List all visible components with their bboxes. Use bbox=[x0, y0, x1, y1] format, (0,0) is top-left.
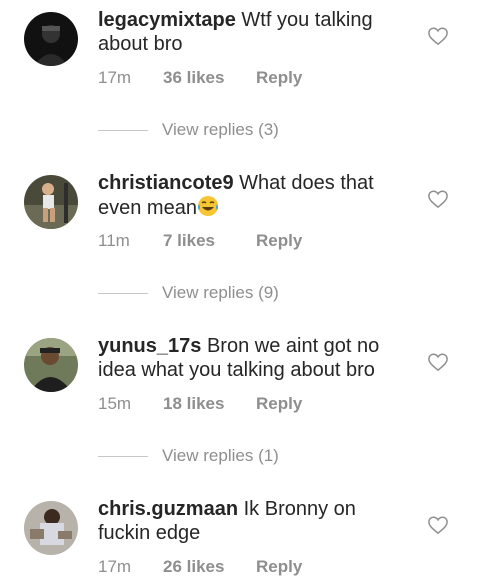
avatar[interactable] bbox=[24, 175, 78, 229]
comment-username[interactable]: yunus_17s bbox=[98, 335, 201, 357]
comment-time: 17m bbox=[98, 557, 132, 576]
reply-button[interactable]: Reply bbox=[256, 68, 302, 87]
likes-count[interactable]: 36 likes bbox=[163, 68, 256, 88]
comment-text: legacymixtape Wtf you talking about bro bbox=[98, 8, 398, 56]
comment: legacymixtape Wtf you talking about bro … bbox=[0, 8, 480, 148]
heart-icon[interactable] bbox=[427, 352, 449, 372]
likes-count[interactable]: 7 likes bbox=[163, 231, 256, 251]
comment: christiancote9 What does that even mean … bbox=[0, 171, 480, 311]
comment-username[interactable]: chris.guzmaan bbox=[98, 498, 238, 520]
comment-meta: 17m 26 likes Reply bbox=[98, 557, 302, 577]
comment-username[interactable]: legacymixtape bbox=[98, 9, 236, 31]
comment-text: yunus_17s Bron we aint got no idea what … bbox=[98, 334, 398, 382]
reply-button[interactable]: Reply bbox=[256, 231, 302, 250]
face-with-tears-of-joy-icon bbox=[197, 196, 218, 216]
avatar[interactable] bbox=[24, 12, 78, 66]
view-replies-label: View replies (1) bbox=[162, 446, 279, 465]
divider-line bbox=[98, 130, 148, 132]
comment-time: 17m bbox=[98, 68, 132, 87]
divider-line bbox=[98, 456, 148, 458]
view-replies-button[interactable]: View replies (1) bbox=[98, 446, 279, 470]
reply-button[interactable]: Reply bbox=[256, 557, 302, 576]
comment-time: 11m bbox=[98, 231, 130, 250]
comment-time: 15m bbox=[98, 394, 132, 413]
comment: chris.guzmaan Ik Bronny on fuckin edge 1… bbox=[0, 497, 480, 588]
comment-text: christiancote9 What does that even mean bbox=[98, 171, 398, 220]
view-replies-label: View replies (9) bbox=[162, 283, 279, 302]
heart-icon[interactable] bbox=[427, 515, 449, 535]
comment-text: chris.guzmaan Ik Bronny on fuckin edge bbox=[98, 497, 398, 545]
view-replies-button[interactable]: View replies (3) bbox=[98, 120, 279, 144]
view-replies-label: View replies (3) bbox=[162, 120, 279, 139]
divider-line bbox=[98, 293, 148, 295]
likes-count[interactable]: 26 likes bbox=[163, 557, 256, 577]
comment: yunus_17s Bron we aint got no idea what … bbox=[0, 334, 480, 474]
likes-count[interactable]: 18 likes bbox=[163, 394, 256, 414]
reply-button[interactable]: Reply bbox=[256, 394, 302, 413]
comment-meta: 17m 36 likes Reply bbox=[98, 68, 302, 88]
heart-icon[interactable] bbox=[427, 26, 449, 46]
view-replies-button[interactable]: View replies (9) bbox=[98, 283, 279, 307]
avatar[interactable] bbox=[24, 501, 78, 555]
heart-icon[interactable] bbox=[427, 189, 449, 209]
comment-meta: 11m 7 likes Reply bbox=[98, 231, 302, 251]
avatar[interactable] bbox=[24, 338, 78, 392]
comment-meta: 15m 18 likes Reply bbox=[98, 394, 302, 414]
comment-username[interactable]: christiancote9 bbox=[98, 172, 234, 194]
